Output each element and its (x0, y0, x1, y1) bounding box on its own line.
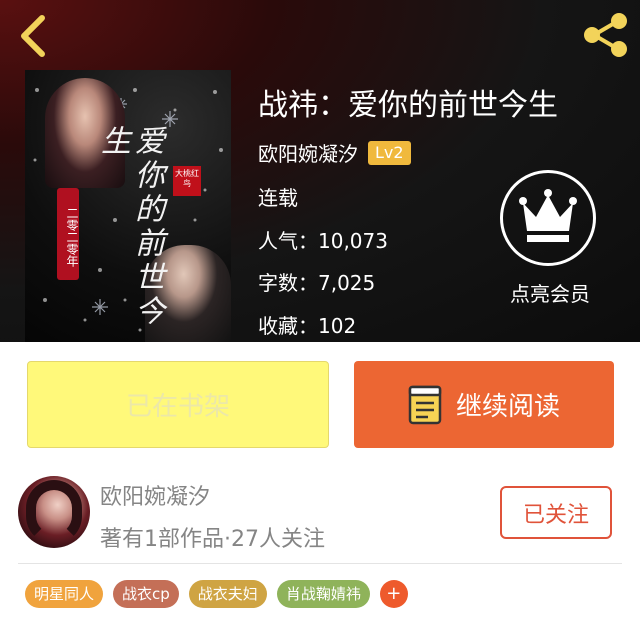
follow-label: 已关注 (522, 502, 589, 528)
tag-list: 明星同人 战衣cp 战衣夫妇 肖战鞠婧祎 + (25, 580, 408, 608)
on-shelf-button[interactable]: 已在书架 (27, 361, 329, 448)
book-popularity: 人气：10,073 (258, 229, 388, 253)
book-favorites: 收藏：102 (258, 314, 357, 338)
author-card-name[interactable]: 欧阳婉凝汐 (100, 479, 210, 511)
continue-reading-label: 继续阅读 (455, 392, 560, 422)
share-icon (584, 13, 627, 57)
book-cover[interactable]: 爱你的前世今生 二零二零年 大桃红鸟 (25, 70, 231, 342)
share-button[interactable] (580, 12, 630, 58)
tag-item[interactable]: 战衣夫妇 (188, 580, 267, 608)
book-title: 战祎：爱你的前世今生 (258, 88, 558, 123)
vip-label: 点亮会员 (510, 282, 590, 306)
level-badge: Lv2 (368, 140, 411, 165)
continue-reading-button[interactable]: 继续阅读 (354, 361, 614, 448)
tag-item[interactable]: 战衣cp (113, 580, 179, 608)
book-status: 连载 (258, 186, 298, 210)
cover-side-label: 二零二零年 (57, 188, 79, 280)
vip-circle (500, 170, 596, 266)
divider (18, 563, 622, 564)
crown-icon (519, 189, 577, 242)
cover-title-text: 爱你的前世今生 (95, 125, 164, 329)
author-card-stats: 著有1部作品·27人关注 (100, 527, 325, 552)
author-avatar[interactable] (18, 476, 90, 548)
tag-item[interactable]: 肖战鞠婧祎 (276, 580, 370, 608)
author-line: 欧阳婉凝汐 Lv2 (258, 138, 411, 167)
book-icon (408, 385, 442, 424)
book-header: 爱你的前世今生 二零二零年 大桃红鸟 战祎：爱你的前世今生 欧阳婉凝汐 Lv2 … (0, 0, 640, 342)
cover-stamp: 大桃红鸟 (173, 166, 201, 196)
avatar-hair (26, 480, 82, 544)
chevron-left-icon (21, 15, 45, 57)
book-word-count: 字数：7,025 (258, 271, 376, 295)
vip-button[interactable]: 点亮会员 (500, 170, 600, 306)
book-author[interactable]: 欧阳婉凝汐 (258, 138, 358, 167)
follow-button[interactable]: 已关注 (500, 486, 612, 539)
tag-item[interactable]: 明星同人 (25, 580, 104, 608)
add-tag-button[interactable]: + (379, 580, 408, 608)
on-shelf-label: 已在书架 (125, 392, 230, 422)
back-button[interactable] (14, 12, 54, 60)
